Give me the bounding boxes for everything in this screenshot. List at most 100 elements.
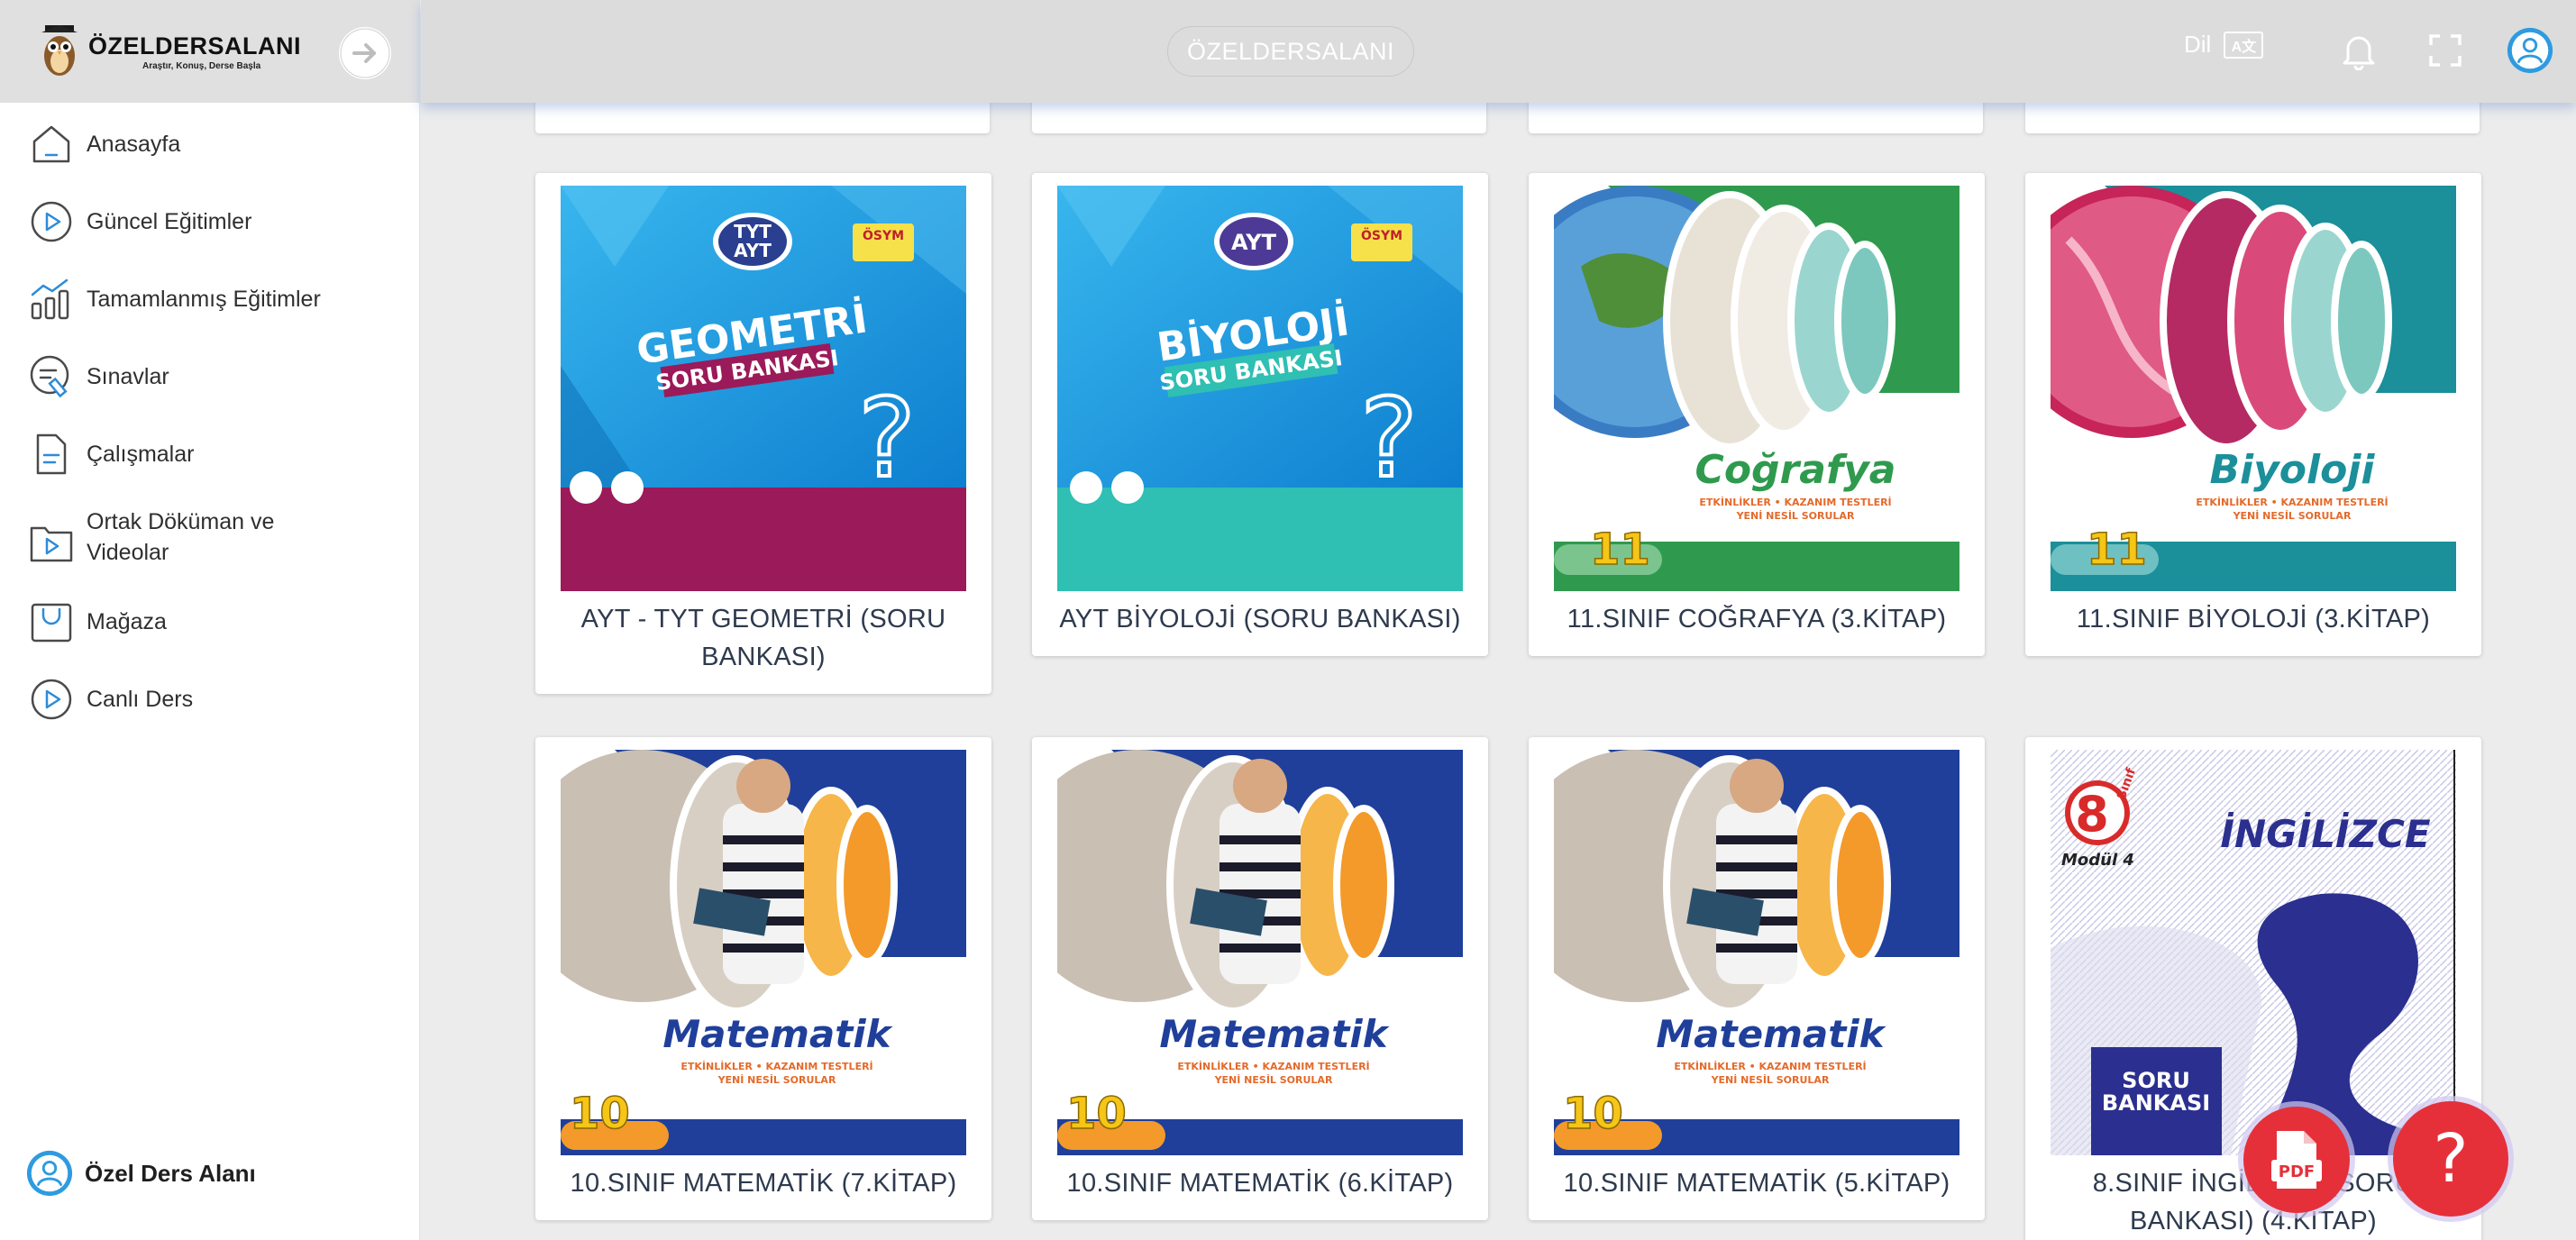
book-title: 10.SINIF MATEMATİK (7.KİTAP): [570, 1169, 957, 1198]
document-icon: [27, 430, 76, 479]
profile-icon: [2507, 27, 2553, 74]
sidebar-footer-label: Özel Ders Alanı: [85, 1160, 256, 1187]
collapse-sidebar-button[interactable]: [339, 27, 391, 79]
svg-text:Modül 4: Modül 4: [2061, 851, 2134, 870]
book-cover-image: Matematik ETKİNLİKLER • KAZANIM TESTLERİ…: [1554, 750, 1959, 1155]
sidebar-item-tamamlanmis-egitimler[interactable]: Tamamlanmış Eğitimler: [27, 272, 406, 326]
sidebar-item-label: Sınavlar: [87, 364, 169, 389]
main-content: TYT AYT ÖSYM GEOMETRİ SORU BANKASI ? AYT…: [421, 103, 2576, 1240]
sidebar-item-label: Anasayfa: [87, 132, 181, 157]
book-cover-image: SORU BANKASI 8 Sınıf Modül 4 İNGİLİZCE: [2051, 750, 2456, 1155]
card-previous-row[interactable]: [1529, 103, 1983, 133]
sidebar-item-magaza[interactable]: Mağaza: [27, 595, 406, 649]
svg-text:Biyoloji: Biyoloji: [2209, 447, 2375, 493]
home-icon: [27, 120, 76, 169]
arrow-right-circle-icon: [340, 28, 390, 78]
topbar: ÖZELDERSALANI Dil A文: [421, 0, 2576, 103]
book-card[interactable]: Matematik ETKİNLİKLER • KAZANIM TESTLERİ…: [1529, 737, 1985, 1220]
svg-text:Coğrafya: Coğrafya: [1695, 447, 1896, 493]
svg-text:PDF: PDF: [2279, 1162, 2315, 1181]
svg-text:SORU: SORU: [2122, 1068, 2190, 1093]
book-card[interactable]: AYT ÖSYM BİYOLOJİ SORU BANKASI ? AYT BİY…: [1032, 173, 1488, 656]
svg-text:ÖSYM: ÖSYM: [863, 227, 904, 243]
svg-text:ETKİNLİKLER • KAZANIM TESTLERİ: ETKİNLİKLER • KAZANIM TESTLERİ: [1699, 496, 1891, 508]
svg-text:Matematik: Matematik: [1656, 1012, 1886, 1056]
brand-pill[interactable]: ÖZELDERSALANI: [1167, 26, 1414, 77]
exam-icon: [27, 352, 76, 401]
live-play-icon: [27, 675, 76, 724]
sidebar-item-anasayfa[interactable]: Anasayfa: [27, 117, 406, 171]
play-circle-icon: [27, 197, 76, 246]
fullscreen-button[interactable]: [2424, 27, 2467, 74]
svg-text:ETKİNLİKLER • KAZANIM TESTLERİ: ETKİNLİKLER • KAZANIM TESTLERİ: [2196, 496, 2388, 508]
help-icon: ?: [2433, 1120, 2469, 1198]
book-card[interactable]: TYT AYT ÖSYM GEOMETRİ SORU BANKASI ? AYT…: [535, 173, 991, 694]
svg-text:YENİ NESİL SORULAR: YENİ NESİL SORULAR: [717, 1073, 836, 1086]
svg-text:ETKİNLİKLER • KAZANIM TESTLERİ: ETKİNLİKLER • KAZANIM TESTLERİ: [1177, 1060, 1369, 1072]
user-circle-icon: [25, 1149, 74, 1198]
video-folder-icon: [27, 517, 76, 566]
sidebar-item-label: Güncel Eğitimler: [87, 209, 252, 234]
svg-text:?: ?: [858, 377, 916, 502]
svg-text:BANKASI: BANKASI: [2102, 1090, 2210, 1116]
sidebar: ÖZELDERSALANI Araştır, Konuş, Derse Başl…: [0, 0, 420, 1240]
svg-text:ÖSYM: ÖSYM: [1361, 227, 1402, 243]
book-title: 10.SINIF MATEMATİK (6.KİTAP): [1066, 1169, 1454, 1198]
sidebar-item-calismalar[interactable]: Çalışmalar: [27, 427, 406, 481]
language-label: Dil: [2184, 31, 2212, 58]
logo[interactable]: ÖZELDERSALANI Araştır, Konuş, Derse Başl…: [40, 23, 301, 81]
sidebar-item-label: Ortak Döküman ve Videolar: [87, 509, 275, 565]
card-previous-row[interactable]: [1032, 103, 1486, 133]
fullscreen-icon: [2429, 34, 2462, 67]
logo-tagline: Araştır, Konuş, Derse Başla: [142, 61, 261, 71]
book-title: AYT BİYOLOJİ (SORU BANKASI): [1059, 605, 1461, 634]
sidebar-header: ÖZELDERSALANI Araştır, Konuş, Derse Başl…: [0, 0, 420, 103]
sidebar-item-ortak-dokuman[interactable]: Ortak Döküman ve Videolar: [27, 506, 406, 577]
book-cover-image: Matematik ETKİNLİKLER • KAZANIM TESTLERİ…: [1057, 750, 1463, 1155]
logo-title: ÖZELDERSALANI: [88, 32, 301, 59]
svg-text:11: 11: [1590, 524, 1650, 575]
sidebar-footer-profile[interactable]: Özel Ders Alanı: [25, 1148, 256, 1199]
bar-chart-icon: [27, 275, 76, 324]
sidebar-item-sinavlar[interactable]: Sınavlar: [27, 350, 406, 404]
svg-text:İNGİLİZCE: İNGİLİZCE: [2220, 811, 2431, 856]
shopping-bag-icon: [27, 597, 76, 646]
book-cover-image: Matematik ETKİNLİKLER • KAZANIM TESTLERİ…: [561, 750, 966, 1155]
svg-text:ETKİNLİKLER • KAZANIM TESTLERİ: ETKİNLİKLER • KAZANIM TESTLERİ: [681, 1060, 872, 1072]
help-button[interactable]: ?: [2393, 1101, 2508, 1217]
card-previous-row[interactable]: [2025, 103, 2480, 133]
book-cover-image: Biyoloji ETKİNLİKLER • KAZANIM TESTLERİ …: [2051, 186, 2456, 591]
svg-text:AYT: AYT: [1231, 230, 1277, 255]
profile-button[interactable]: [2505, 27, 2555, 74]
svg-text:ETKİNLİKLER • KAZANIM TESTLERİ: ETKİNLİKLER • KAZANIM TESTLERİ: [1674, 1060, 1866, 1072]
book-title: 10.SINIF MATEMATİK (5.KİTAP): [1563, 1169, 1950, 1198]
svg-text:AYT: AYT: [734, 240, 772, 261]
svg-text:10: 10: [1563, 1089, 1623, 1139]
book-card[interactable]: Matematik ETKİNLİKLER • KAZANIM TESTLERİ…: [535, 737, 991, 1220]
book-card[interactable]: Matematik ETKİNLİKLER • KAZANIM TESTLERİ…: [1032, 737, 1488, 1220]
notifications-button[interactable]: [2337, 27, 2380, 74]
language-selector[interactable]: Dil A文: [2184, 31, 2264, 59]
svg-text:10: 10: [1066, 1089, 1127, 1139]
bell-icon: [2343, 36, 2375, 70]
sidebar-item-label: Çalışmalar: [87, 442, 195, 467]
sidebar-item-label: Canlı Ders: [87, 687, 194, 712]
svg-text:YENİ NESİL SORULAR: YENİ NESİL SORULAR: [2233, 509, 2352, 522]
sidebar-item-label: Mağaza: [87, 609, 167, 634]
card-previous-row[interactable]: [535, 103, 990, 133]
pdf-button[interactable]: PDF: [2243, 1107, 2350, 1213]
svg-text:8: 8: [2075, 786, 2109, 843]
owl-logo-icon: [41, 25, 78, 76]
pdf-icon: PDF: [2271, 1131, 2322, 1189]
book-cover-image: TYT AYT ÖSYM GEOMETRİ SORU BANKASI ?: [561, 186, 966, 591]
book-title: 11.SINIF COĞRAFYA (3.KİTAP): [1567, 605, 1947, 634]
book-card[interactable]: Coğrafya ETKİNLİKLER • KAZANIM TESTLERİ …: [1529, 173, 1985, 656]
svg-text:YENİ NESİL SORULAR: YENİ NESİL SORULAR: [1711, 1073, 1830, 1086]
book-card[interactable]: Biyoloji ETKİNLİKLER • KAZANIM TESTLERİ …: [2025, 173, 2481, 656]
svg-text:YENİ NESİL SORULAR: YENİ NESİL SORULAR: [1736, 509, 1855, 522]
svg-text:Matematik: Matematik: [662, 1012, 893, 1056]
sidebar-item-guncel-egitimler[interactable]: Güncel Eğitimler: [27, 195, 406, 249]
svg-text:?: ?: [1360, 377, 1418, 502]
sidebar-item-canli-ders[interactable]: Canlı Ders: [27, 672, 406, 726]
svg-text:YENİ NESİL SORULAR: YENİ NESİL SORULAR: [1214, 1073, 1333, 1086]
